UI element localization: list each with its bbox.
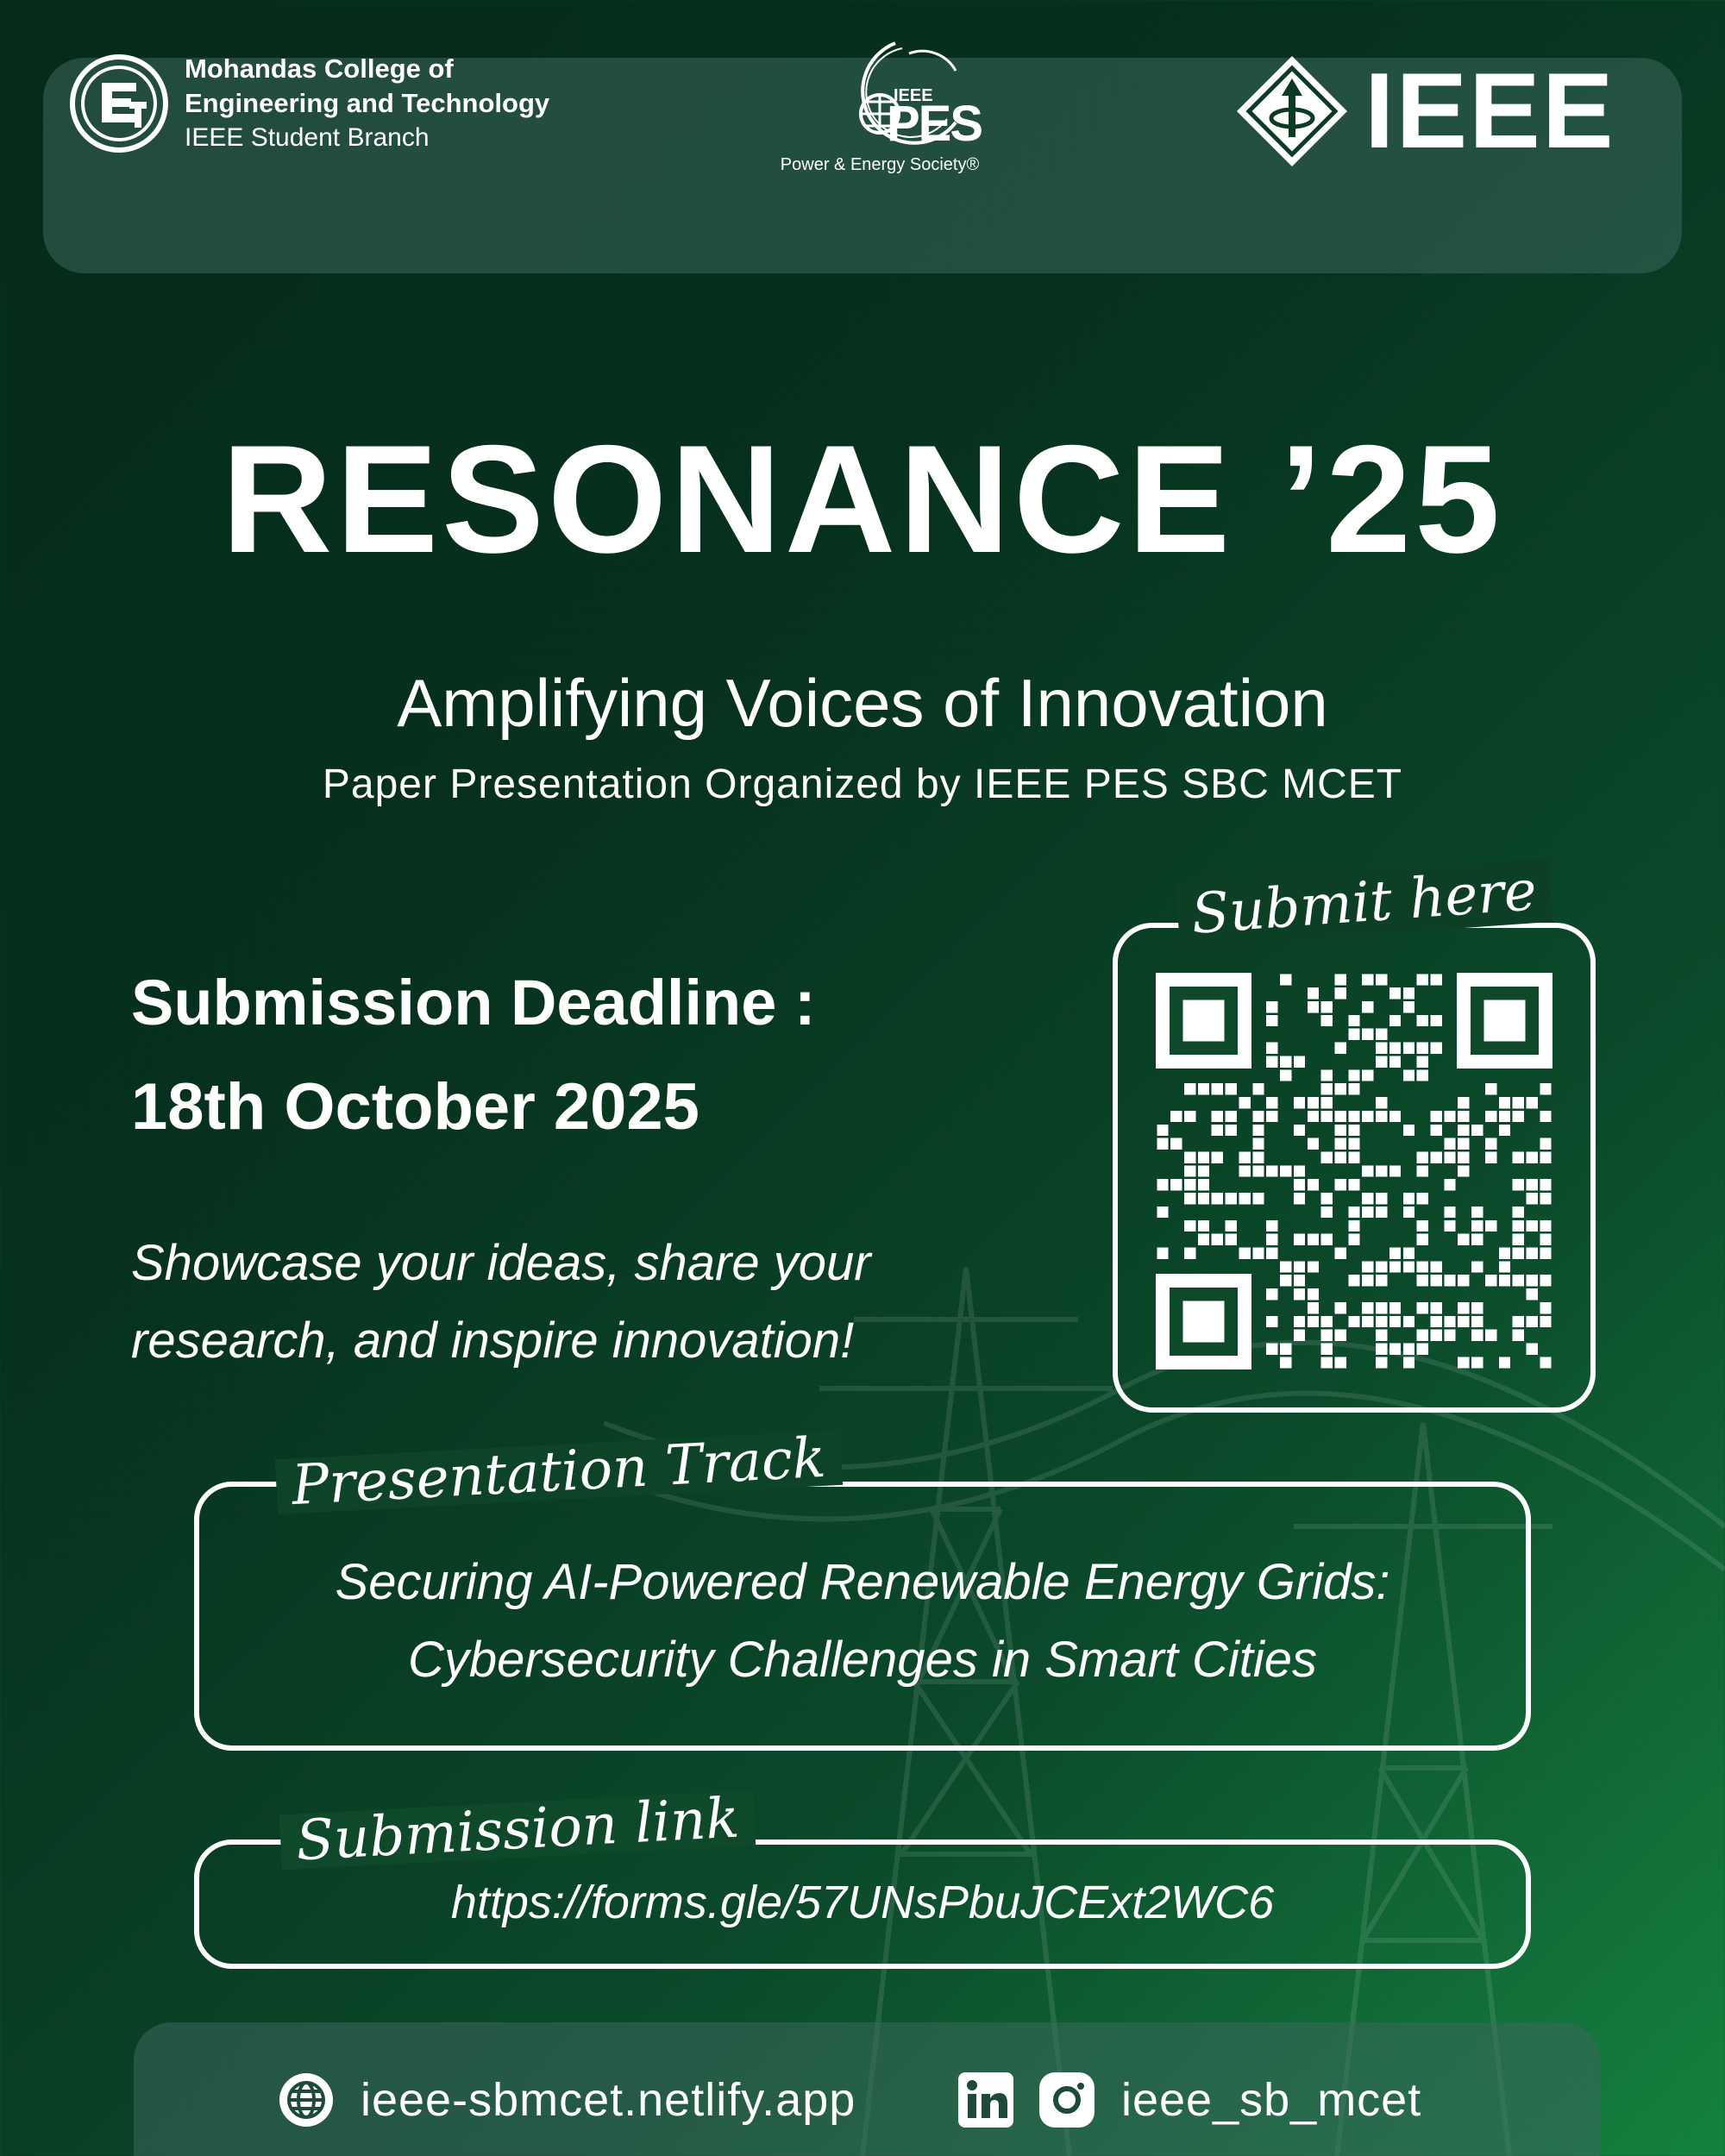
ieee-wordmark: IEEE [1364,52,1615,171]
social-handle-text: ieee_sb_mcet [1121,2074,1422,2126]
qr-code[interactable] [1156,973,1552,1369]
event-title: RESONANCE ’25 [221,413,1504,585]
website-text: ieee-sbmcet.netlify.app [361,2074,856,2126]
deadline-label: Submission Deadline : [131,967,816,1038]
promo-text: Showcase your ideas, share your research… [131,1235,871,1369]
college-name-line2: Engineering and Technology [185,88,550,118]
instagram-icon[interactable] [1038,2071,1095,2128]
track-line-2: Cybersecurity Challenges in Smart Cities [407,1632,1318,1688]
ieee-logo: IEEE [1233,50,1615,172]
website-link[interactable]: ieee-sbmcet.netlify.app [278,2070,856,2130]
ieee-pes-logo: IEEE PES Power & Energy Society® [768,34,992,181]
college-name-line1: Mohandas College of [185,53,454,84]
mcet-logo: Mohandas College of Engineering and Tech… [69,52,549,155]
student-branch-label: IEEE Student Branch [185,123,430,152]
track-line-1: Securing AI-Powered Renewable Energy Gri… [335,1554,1390,1610]
deadline-date: 18th October 2025 [131,1070,699,1144]
linkedin-icon[interactable] [957,2071,1014,2128]
event-tagline: Amplifying Voices of Innovation [397,665,1328,741]
ieee-diamond-icon [1237,56,1347,166]
mcet-emblem-icon [70,54,168,153]
event-subtitle: Paper Presentation Organized by IEEE PES… [322,761,1403,807]
social-links[interactable]: ieee_sb_mcet [957,2070,1421,2130]
pes-society-label: Power & Energy Society® [780,155,980,174]
submission-link-url[interactable]: https://forms.gle/57UNsPbuJCExt2WC6 [198,1876,1527,1929]
globe-icon [279,2073,333,2127]
presentation-track-text: Securing AI-Powered Renewable Energy Gri… [198,1544,1527,1699]
pes-wordmark: PES [887,96,983,152]
